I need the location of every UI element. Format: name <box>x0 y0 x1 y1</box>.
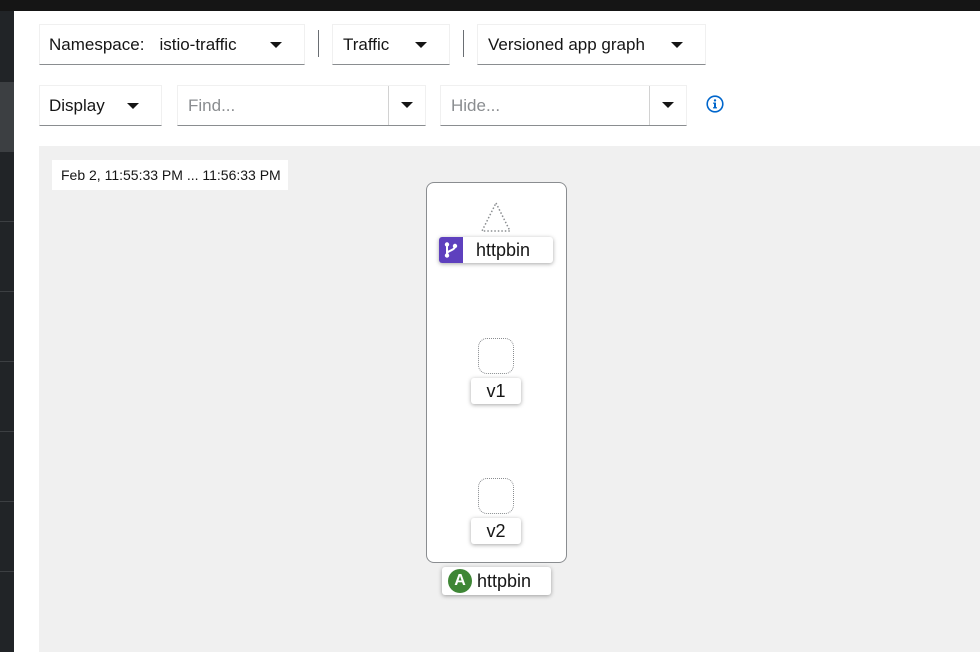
toolbar-divider <box>463 30 464 57</box>
nav-divider <box>0 151 14 152</box>
nav-divider <box>0 501 14 502</box>
workload-node-v2[interactable] <box>478 478 514 514</box>
graph-type-select-label: Versioned app graph <box>488 34 645 54</box>
service-node-triangle[interactable] <box>479 200 513 234</box>
app-box-name: httpbin <box>477 570 532 591</box>
nav-divider <box>0 431 14 432</box>
hide-field[interactable] <box>440 85 687 126</box>
service-node-label[interactable]: httpbin <box>439 237 553 263</box>
find-field[interactable] <box>177 85 426 126</box>
side-navigation <box>0 11 14 652</box>
find-toggle-button[interactable] <box>388 86 425 125</box>
app-badge-icon: A <box>448 569 472 593</box>
chevron-down-icon <box>671 42 683 48</box>
namespace-select-value: istio-traffic <box>159 34 237 54</box>
chevron-down-icon <box>415 42 427 48</box>
workload-label-v2[interactable]: v2 <box>471 518 521 544</box>
code-branch-icon <box>444 242 458 258</box>
nav-divider <box>0 361 14 362</box>
chevron-down-icon <box>127 103 139 109</box>
traffic-select-label: Traffic <box>343 34 390 54</box>
nav-divider <box>0 571 14 572</box>
graph-time-range: Feb 2, 11:55:33 PM ... 11:56:33 PM <box>52 160 288 190</box>
workload-name: v2 <box>486 520 506 541</box>
workload-node-v1[interactable] <box>478 338 514 374</box>
display-select[interactable]: Display <box>39 85 162 126</box>
workload-label-v1[interactable]: v1 <box>471 378 521 404</box>
namespace-select[interactable]: Namespace: istio-traffic <box>39 24 305 65</box>
chevron-down-icon <box>270 42 282 48</box>
masthead <box>0 0 980 11</box>
hide-input[interactable] <box>441 86 649 125</box>
workload-name: v1 <box>486 380 506 401</box>
app-box-label[interactable]: A httpbin <box>442 567 551 595</box>
hide-toggle-button[interactable] <box>649 86 686 125</box>
nav-item-active[interactable] <box>0 82 14 151</box>
find-input[interactable] <box>178 86 388 125</box>
display-select-label: Display <box>49 95 105 115</box>
nav-divider <box>0 291 14 292</box>
info-icon[interactable] <box>706 95 724 113</box>
service-node-name: httpbin <box>476 239 531 260</box>
graph-type-select[interactable]: Versioned app graph <box>477 24 706 65</box>
chevron-down-icon <box>662 102 674 108</box>
nav-divider <box>0 221 14 222</box>
chevron-down-icon <box>401 102 413 108</box>
toolbar-divider <box>318 30 319 57</box>
service-badge <box>439 237 463 263</box>
namespace-select-label: Namespace: <box>49 34 145 54</box>
traffic-select[interactable]: Traffic <box>332 24 450 65</box>
